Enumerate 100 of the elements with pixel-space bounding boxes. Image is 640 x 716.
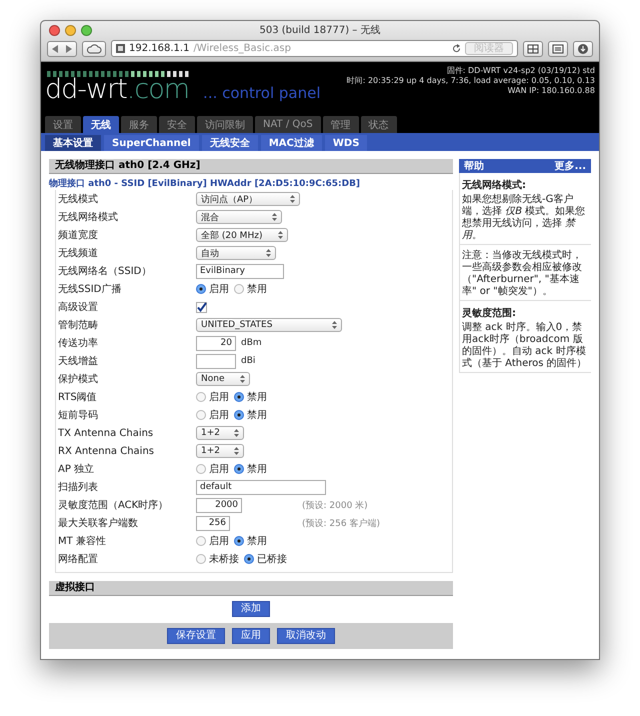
help-heading: 无线网络模式: xyxy=(462,178,527,192)
input-field[interactable]: 2000 xyxy=(196,498,242,512)
extension-button[interactable] xyxy=(523,40,543,56)
tray-icon xyxy=(552,44,564,54)
dropdown-arrows-icon xyxy=(240,375,245,383)
setting-label: 无线模式 xyxy=(57,192,99,206)
dropdown[interactable]: UNITED_STATES xyxy=(196,318,342,332)
add-button[interactable]: 添加 xyxy=(232,601,270,617)
subtab[interactable]: 无线安全 xyxy=(202,135,258,151)
radio-label: 禁用 xyxy=(247,408,267,422)
setting-label: MT 兼容性 xyxy=(57,534,107,548)
radio-button[interactable] xyxy=(196,464,206,474)
setting-label: 无线频道 xyxy=(57,246,99,260)
dropdown[interactable]: 1+2 xyxy=(196,444,244,458)
action-button[interactable]: 保存设置 xyxy=(167,628,225,644)
nav-tab[interactable]: 无线 xyxy=(83,116,119,134)
subtab[interactable]: 基本设置 xyxy=(45,135,101,151)
nav-tab[interactable]: NAT / QoS xyxy=(255,116,321,134)
close-button[interactable] xyxy=(49,24,60,36)
nav-tab[interactable]: 安全 xyxy=(159,116,195,134)
input-field[interactable]: 256 xyxy=(196,516,230,530)
dropdown[interactable]: 自动 xyxy=(196,246,276,260)
radio-button[interactable] xyxy=(196,410,206,420)
dropdown-arrows-icon xyxy=(290,195,295,203)
radio-label: 禁用 xyxy=(247,282,267,296)
unit-label: dBm xyxy=(241,338,262,348)
dropdown[interactable]: 混合 xyxy=(196,210,282,224)
radio-button[interactable] xyxy=(244,554,254,564)
input-field[interactable]: EvilBinary xyxy=(196,264,284,278)
zoom-button[interactable] xyxy=(81,24,92,36)
grid-icon xyxy=(527,44,539,54)
dropdown-arrows-icon xyxy=(332,321,337,329)
dropdown[interactable]: 1+2 xyxy=(196,426,244,440)
icloud-button[interactable] xyxy=(82,40,106,56)
setting-label: RTS阈值 xyxy=(57,391,98,404)
nav-tab[interactable]: 设置 xyxy=(45,116,81,134)
share-button[interactable] xyxy=(548,40,568,56)
setting-label: 管制范畴 xyxy=(57,318,99,332)
radio-label: 启用 xyxy=(209,462,229,476)
radio-button[interactable] xyxy=(234,536,244,546)
subtab[interactable]: MAC过滤 xyxy=(260,135,322,151)
checkbox[interactable] xyxy=(196,302,207,312)
nav-tab[interactable]: 服务 xyxy=(121,116,157,134)
radio-label: 启用 xyxy=(209,390,229,404)
unit-label: dBi xyxy=(241,356,256,366)
radio-button[interactable] xyxy=(196,392,206,402)
action-button[interactable]: 取消改动 xyxy=(277,628,335,644)
setting-label: 无线SSID广播 xyxy=(57,282,122,296)
dropdown-arrows-icon xyxy=(272,213,277,221)
minimize-button[interactable] xyxy=(65,24,76,36)
more-link[interactable]: 更多... xyxy=(554,159,586,173)
router-info: 时间: 20:35:29 up 4 days, 7:36, load average: 0.05, 0.10, 0.13 xyxy=(346,76,595,86)
dropdown[interactable]: 全部 (20 MHz) xyxy=(196,228,288,242)
reload-icon[interactable] xyxy=(452,44,461,53)
nav-tab[interactable]: 状态 xyxy=(360,116,397,134)
help-heading: 灵敏度范围: xyxy=(462,306,517,320)
radio-label: 启用 xyxy=(209,408,229,422)
logo-tagline: ... control panel xyxy=(203,84,320,102)
setting-label: 天线增益 xyxy=(57,354,99,368)
radio-label: 禁用 xyxy=(247,390,267,404)
radio-button[interactable] xyxy=(196,554,206,564)
interface-legend: 物理接口 ath0 - SSID [EvilBinary] HWAddr [2A:D5:10:9C:65:DB] xyxy=(49,179,453,190)
default-hint: (预设: 256 客户端) xyxy=(302,518,381,530)
radio-button[interactable] xyxy=(234,392,244,402)
subtab[interactable]: WDS xyxy=(324,135,368,151)
radio-label: 启用 xyxy=(209,282,229,296)
default-hint: (预设: 2000 米) xyxy=(302,500,369,512)
nav-tab[interactable]: 访问限制 xyxy=(197,116,253,134)
dropdown[interactable]: None xyxy=(196,372,250,386)
input-field[interactable]: 20 xyxy=(196,336,236,350)
subtab[interactable]: SuperChannel xyxy=(104,135,199,151)
download-button[interactable] xyxy=(573,40,593,56)
dropdown-arrows-icon xyxy=(278,231,283,239)
help-text: 如果您想剔除无线-G客户端，选择 仅B 模式。如果您想禁用无线访问，选择 禁用。 xyxy=(462,194,586,242)
setting-label: 高级设置 xyxy=(57,300,99,314)
dropdown[interactable]: 访问点（AP） xyxy=(196,192,300,206)
input-field[interactable] xyxy=(196,354,236,368)
back-forward-button[interactable] xyxy=(47,40,77,56)
setting-label: TX Antenna Chains xyxy=(57,428,154,438)
download-icon xyxy=(578,44,588,54)
radio-label: 禁用 xyxy=(247,462,267,476)
setting-label: 保护模式 xyxy=(57,372,99,386)
radio-button[interactable] xyxy=(234,410,244,420)
setting-label: RX Antenna Chains xyxy=(57,446,155,456)
setting-label: 灵敏度范围（ACK时序） xyxy=(57,498,170,512)
nav-tab[interactable]: 管理 xyxy=(322,116,359,134)
radio-button[interactable] xyxy=(196,284,206,294)
url-host: 192.168.1.1 xyxy=(129,43,190,54)
cloud-icon xyxy=(86,44,102,54)
setting-label: 传送功率 xyxy=(57,336,99,350)
section-header: 无线物理接口 ath0 [2.4 GHz] xyxy=(49,159,453,174)
setting-label: 无线网络模式 xyxy=(57,210,119,224)
radio-button[interactable] xyxy=(196,536,206,546)
radio-button[interactable] xyxy=(234,464,244,474)
radio-button[interactable] xyxy=(234,284,244,294)
action-button[interactable]: 应用 xyxy=(232,628,270,644)
help-text: 注意：当修改无线模式时，一些高级参数会相应被修改（"Afterburner", "基本速率" or "帧突发"）。 xyxy=(462,250,583,298)
section-header: 虚拟接口 xyxy=(49,581,453,596)
logo-text: dd-wrt.com xyxy=(45,77,190,103)
input-field[interactable]: default xyxy=(196,480,326,494)
